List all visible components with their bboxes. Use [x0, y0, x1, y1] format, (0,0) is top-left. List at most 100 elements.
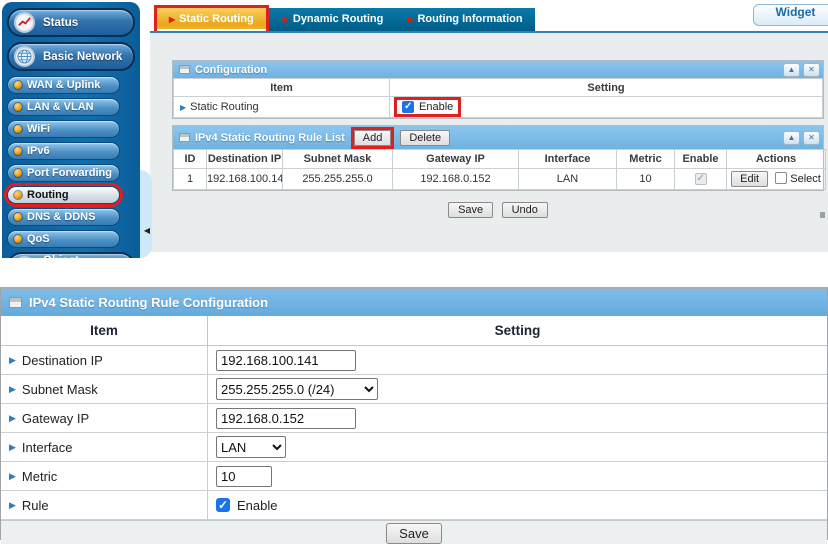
tab-bar: ▶Static Routing ▶Dynamic Routing ▶Routin…	[157, 8, 535, 31]
bullet-dot-icon	[14, 169, 22, 177]
delete-button[interactable]: Delete	[400, 130, 450, 146]
tab-arrow-icon: ▶	[169, 15, 175, 24]
metric-field[interactable]	[216, 466, 272, 487]
row-bullet-icon: ▶	[9, 384, 16, 395]
status-chart-icon	[14, 12, 35, 33]
bullet-dot-icon	[14, 235, 22, 243]
interface-label: Interface	[22, 440, 73, 455]
rule-enable-checkbox	[695, 173, 707, 185]
widget-button[interactable]: Widget	[753, 4, 828, 26]
undo-button[interactable]: Undo	[502, 202, 548, 218]
column-header-metric: Metric	[617, 150, 675, 169]
bullet-dot-icon	[14, 125, 22, 133]
row-bullet-icon: ▶	[9, 355, 16, 366]
tab-arrow-icon: ▶	[283, 15, 289, 24]
collapse-left-icon: ◀	[144, 226, 150, 235]
column-header-id: ID	[174, 150, 207, 169]
table-row: ▶Gateway IP	[1, 404, 827, 433]
globe-icon	[14, 46, 35, 67]
panel-title: IPv4 Static Routing Rule List	[195, 132, 345, 144]
panel-close-button[interactable]: ✕	[803, 131, 820, 145]
sidebar-item-lan-vlan[interactable]: LAN & VLAN	[7, 98, 120, 116]
panel-footer: Save	[1, 520, 827, 544]
table-row: ▶Destination IP	[1, 346, 827, 375]
bullet-dot-icon	[14, 81, 22, 89]
table-row: ▶Subnet Mask 255.255.255.0 (/24)	[1, 375, 827, 404]
sidebar-item-wan-uplink[interactable]: WAN & Uplink	[7, 76, 120, 94]
column-header-gateway-ip: Gateway IP	[393, 150, 519, 169]
column-header-enable: Enable	[675, 150, 727, 169]
window-icon	[179, 65, 190, 74]
bullet-dot-icon	[14, 103, 22, 111]
sidebar: Status Basic Network WAN & Uplink LAN & …	[2, 2, 140, 258]
add-button[interactable]: Add	[354, 130, 392, 146]
panel-collapse-button[interactable]: ▲	[783, 131, 800, 145]
table-row: ▶ Metric	[1, 462, 827, 491]
tab-routing-information[interactable]: ▶Routing Information	[395, 8, 534, 31]
gateway-ip-label: Gateway IP	[22, 411, 89, 426]
enable-highlight: Enable	[394, 97, 461, 117]
row-bullet-icon: ▶	[9, 471, 16, 482]
column-header-subnet-mask: Subnet Mask	[283, 150, 393, 169]
sidebar-item-ipv6[interactable]: IPv6	[7, 142, 120, 160]
sidebar-item-dns-ddns[interactable]: DNS & DDNS	[7, 208, 120, 226]
rule-config-panel: IPv4 Static Routing Rule Configuration I…	[0, 287, 828, 540]
table-row: 1 192.168.100.141 255.255.255.0 192.168.…	[174, 169, 826, 190]
resize-handle-icon	[820, 212, 825, 218]
save-button[interactable]: Save	[386, 523, 442, 544]
rule-list-panel-header: IPv4 Static Routing Rule List Add Delete…	[173, 126, 823, 149]
action-buttons: Save Undo	[172, 200, 824, 218]
add-button-highlight: Add	[351, 127, 395, 149]
tab-static-routing[interactable]: ▶Static Routing	[157, 8, 266, 31]
bullet-dot-icon	[14, 213, 22, 221]
rule-config-panel-header: IPv4 Static Routing Rule Configuration	[1, 289, 827, 316]
sidebar-item-port-forwarding[interactable]: Port Forwarding	[7, 164, 120, 182]
select-label: Select	[790, 173, 821, 185]
interface-select[interactable]: LAN	[216, 436, 286, 458]
sidebar-item-qos[interactable]: QoS	[7, 230, 120, 248]
column-header-interface: Interface	[519, 150, 617, 169]
edit-button[interactable]: Edit	[731, 171, 768, 187]
cell-interface: LAN	[519, 169, 617, 190]
rule-label: Rule	[22, 498, 49, 513]
gateway-ip-field[interactable]	[216, 408, 356, 429]
router-admin-screenshot: Status Basic Network WAN & Uplink LAN & …	[0, 0, 828, 258]
column-header-setting: Setting	[208, 316, 827, 345]
sidebar-item-basic-network[interactable]: Basic Network	[7, 42, 135, 71]
save-button[interactable]: Save	[448, 202, 493, 218]
cell-id: 1	[174, 169, 207, 190]
column-header-item: Item	[174, 79, 390, 97]
static-routing-enable-checkbox[interactable]	[402, 101, 414, 113]
sidebar-item-label: Basic Network	[43, 51, 122, 63]
rule-list-panel: IPv4 Static Routing Rule List Add Delete…	[172, 125, 824, 191]
tab-dynamic-routing[interactable]: ▶Dynamic Routing	[271, 8, 396, 31]
bullet-dot-icon	[14, 191, 22, 199]
sidebar-item-label: Status	[43, 17, 78, 29]
rule-enable-checkbox[interactable]	[216, 498, 230, 512]
panel-title: Configuration	[195, 64, 267, 76]
column-header-destination-ip: Destination IP	[207, 150, 283, 169]
metric-label: Metric	[22, 469, 57, 484]
destination-ip-field[interactable]	[216, 350, 356, 371]
table-row: ▶Rule Enable	[1, 491, 827, 520]
cell-metric: 10	[617, 169, 675, 190]
sidebar-item-object-definition[interactable]: Object Definition	[7, 252, 135, 258]
panel-title: IPv4 Static Routing Rule Configuration	[29, 295, 268, 310]
select-checkbox[interactable]	[775, 172, 787, 184]
tab-arrow-icon: ▶	[407, 15, 413, 24]
sidebar-item-routing[interactable]: Routing	[7, 186, 120, 204]
sidebar-item-wifi[interactable]: WiFi	[7, 120, 120, 138]
cell-subnet-mask: 255.255.255.0	[283, 169, 393, 190]
window-icon	[179, 133, 190, 142]
sidebar-item-status[interactable]: Status	[7, 8, 135, 37]
column-header-setting: Setting	[390, 79, 823, 97]
row-bullet-icon: ▶	[9, 500, 16, 511]
panel-collapse-button[interactable]: ▲	[783, 63, 800, 77]
panel-close-button[interactable]: ✕	[803, 63, 820, 77]
object-definition-icon	[14, 256, 35, 258]
subnet-mask-select[interactable]: 255.255.255.0 (/24)	[216, 378, 378, 400]
row-bullet-icon: ▶	[9, 442, 16, 453]
table-row: ▶ Interface LAN	[1, 433, 827, 462]
cell-gateway-ip: 192.168.0.152	[393, 169, 519, 190]
column-headers: Item Setting	[1, 316, 827, 346]
